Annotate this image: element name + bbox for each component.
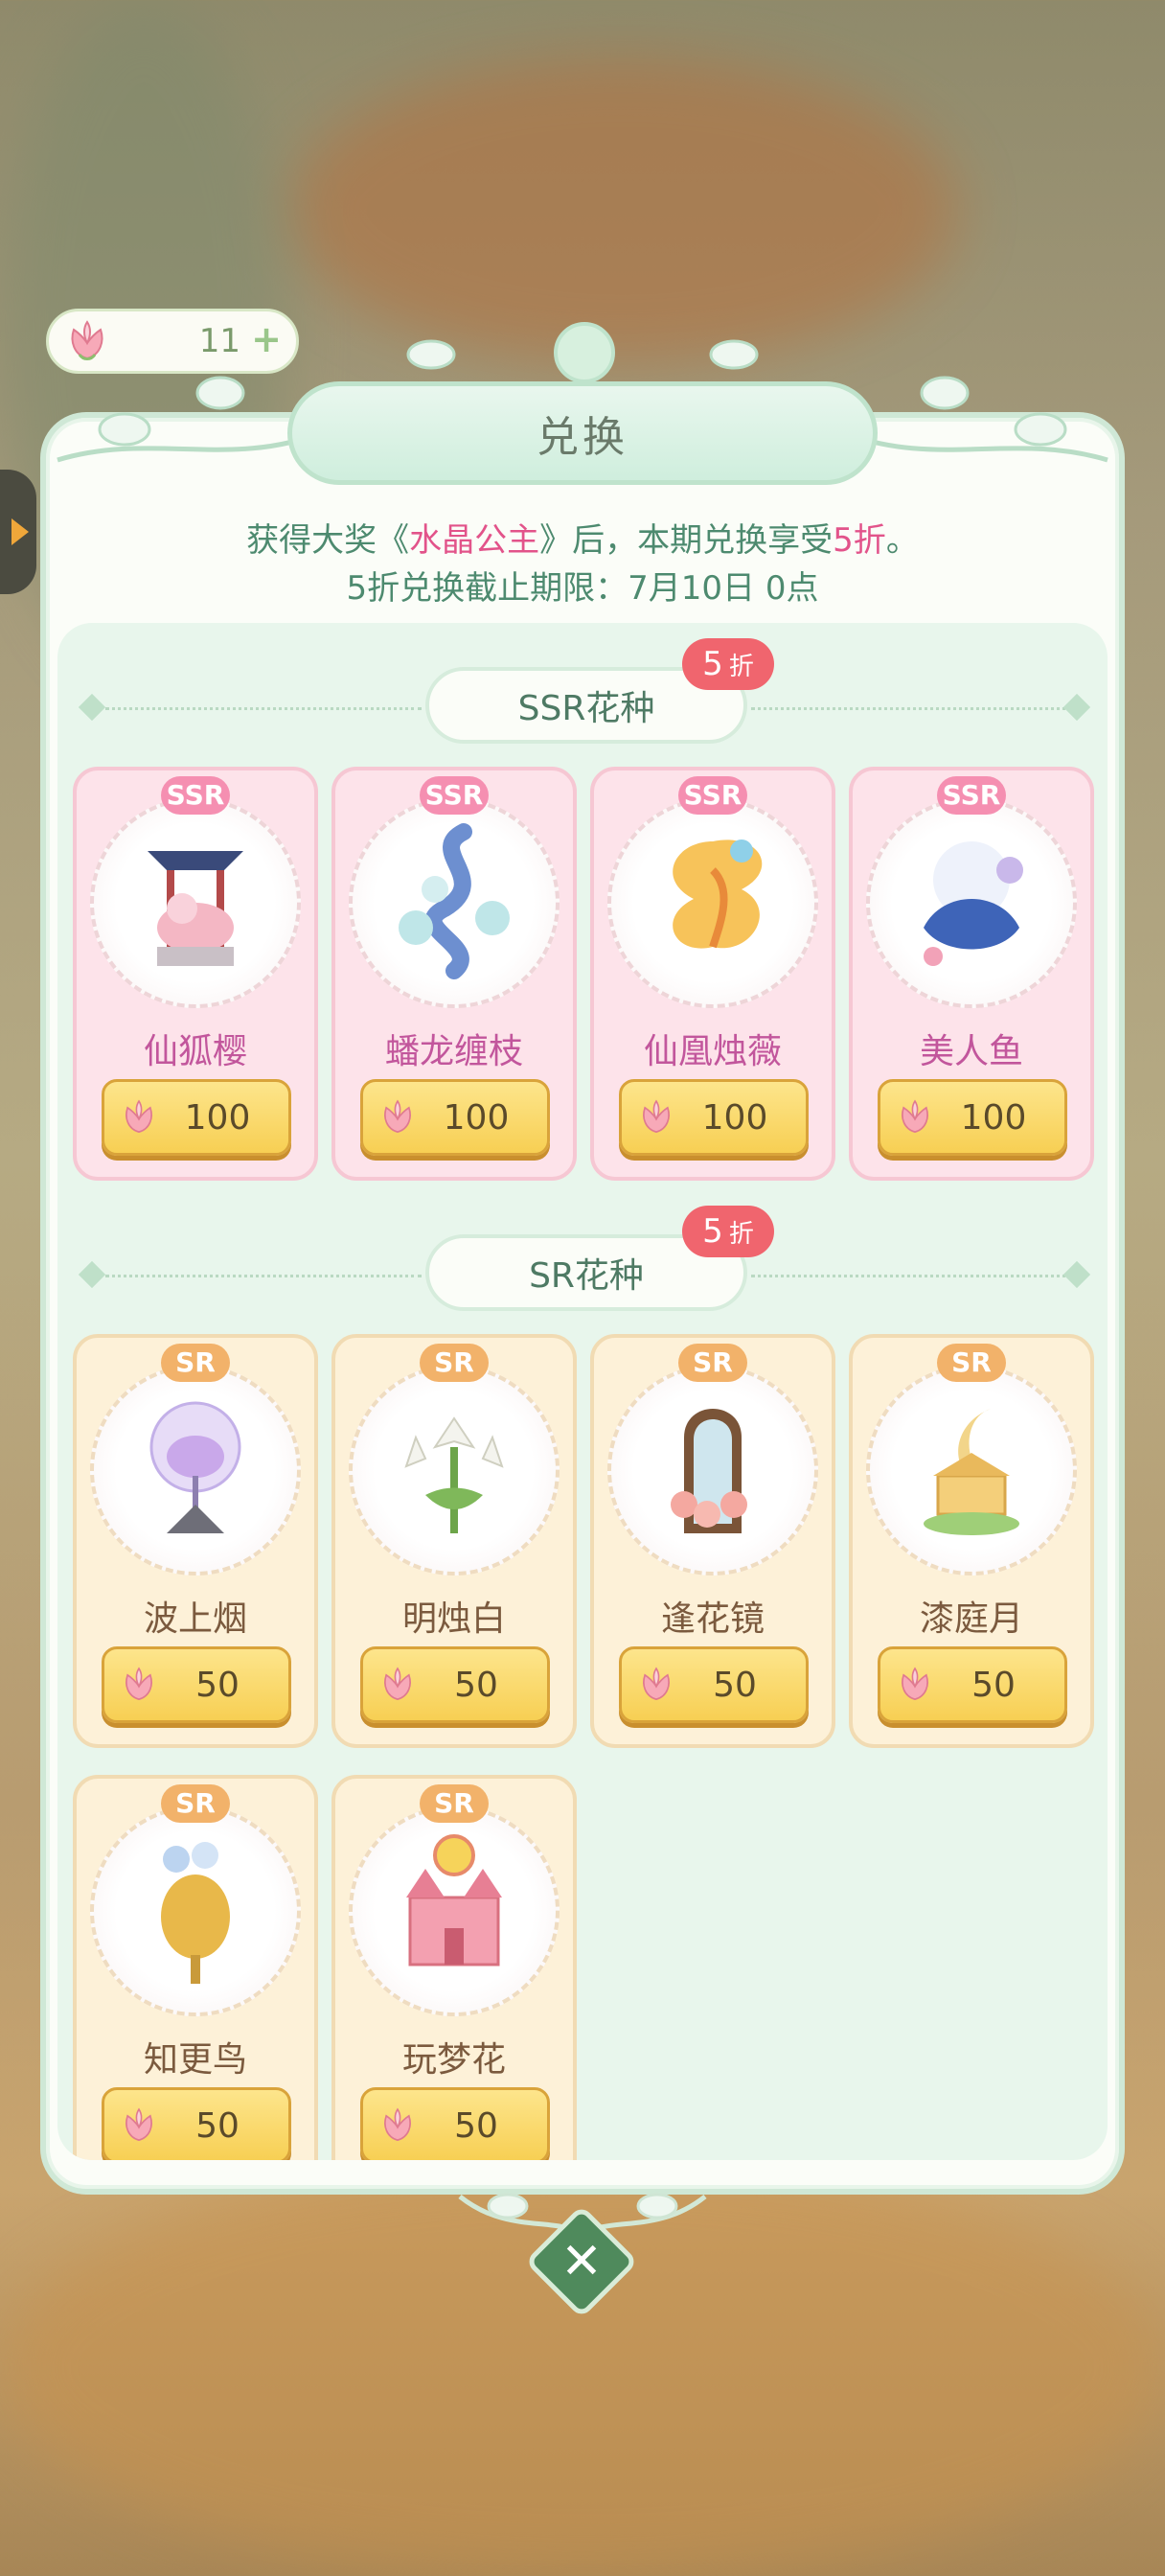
item-name: 仙狐樱 — [143, 1032, 247, 1071]
item-price: 100 — [443, 1097, 510, 1138]
rarity-badge: SSR — [937, 776, 1006, 815]
item-name: 美人鱼 — [919, 1032, 1023, 1071]
section-header-ssr: SSR花种 — [57, 665, 1108, 751]
flower-mirror-icon — [671, 1409, 747, 1533]
item-name: 知更鸟 — [143, 2040, 247, 2080]
pink-flower-bud-icon — [902, 1099, 928, 1134]
item-card[interactable]: SSR 仙凰烛薇 100 — [590, 767, 835, 1181]
exchange-button[interactable]: 50 — [102, 1646, 291, 1723]
pink-flower-bud-icon — [126, 2107, 152, 2142]
fox-sakura-flower-icon — [148, 851, 243, 966]
exchange-button[interactable]: 50 — [878, 1646, 1067, 1723]
item-name: 蟠龙缠枝 — [384, 1032, 523, 1071]
exchange-button[interactable]: 50 — [360, 2087, 550, 2160]
robin-flower-icon — [161, 1842, 230, 1984]
item-price: 100 — [184, 1097, 251, 1138]
expand-arrow-icon[interactable] — [0, 470, 36, 594]
dialog-title: 兑换 — [537, 413, 628, 462]
pink-flower-bud-icon — [643, 1667, 670, 1701]
item-name: 漆庭月 — [919, 1599, 1023, 1639]
exchange-list[interactable]: SSR花种 5折 SSR 仙狐樱 100 SSR 蟠龙缠枝 100 SSR 仙凰… — [57, 623, 1108, 2160]
exchange-button[interactable]: 100 — [102, 1079, 291, 1156]
item-card[interactable]: SR 明烛白 50 — [331, 1334, 577, 1748]
item-card[interactable]: SSR 美人鱼 100 — [849, 767, 1094, 1181]
exchange-button[interactable]: 50 — [102, 2087, 291, 2160]
item-price: 50 — [713, 1665, 757, 1705]
rarity-badge: SR — [678, 1344, 747, 1382]
pink-flower-bud-icon — [126, 1099, 152, 1134]
exchange-button[interactable]: 100 — [619, 1079, 809, 1156]
item-name: 玩梦花 — [401, 2040, 506, 2080]
exchange-button[interactable]: 100 — [360, 1079, 550, 1156]
section-header-sr: SR花种 — [57, 1232, 1108, 1319]
item-price: 50 — [454, 2105, 498, 2146]
pink-flower-bud-icon — [384, 1667, 411, 1701]
item-card[interactable]: SR 知更鸟 50 — [73, 1775, 318, 2160]
item-price: 50 — [195, 1665, 240, 1705]
pink-flower-bud-icon — [126, 1667, 152, 1701]
item-price: 50 — [454, 1665, 498, 1705]
notice-line-1: 获得大奖《水晶公主》后，本期兑换享受5折。 — [246, 521, 919, 560]
rarity-badge: SSR — [420, 776, 489, 815]
item-price: 50 — [971, 1665, 1016, 1705]
title-emblem — [554, 322, 615, 383]
item-card[interactable]: SSR 蟠龙缠枝 100 — [331, 767, 577, 1181]
pink-flower-bud-icon — [384, 2107, 411, 2142]
item-price: 100 — [960, 1097, 1027, 1138]
item-card[interactable]: SR 漆庭月 50 — [849, 1334, 1094, 1748]
pink-flower-bud-icon — [384, 1099, 411, 1134]
pink-flower-bud-icon — [902, 1667, 928, 1701]
item-name: 逢花镜 — [660, 1599, 765, 1639]
item-name: 仙凰烛薇 — [643, 1032, 782, 1071]
white-lily-flower-icon — [404, 1416, 504, 1533]
phoenix-rose-flower-icon — [673, 840, 763, 949]
rarity-badge: SR — [161, 1344, 230, 1382]
wave-mist-flower-icon — [149, 1401, 241, 1533]
item-card[interactable]: SR 波上烟 50 — [73, 1334, 318, 1748]
dream-castle-flower-icon — [406, 1834, 502, 1966]
title-plaque: 兑换 — [287, 381, 878, 485]
item-card[interactable]: SR 玩梦花 50 — [331, 1775, 577, 2160]
discount-badge-ssr: 5折 — [682, 638, 774, 690]
item-price: 100 — [701, 1097, 768, 1138]
rarity-badge: SR — [161, 1784, 230, 1823]
rarity-badge: SSR — [161, 776, 230, 815]
rarity-badge: SSR — [678, 776, 747, 815]
item-name: 波上烟 — [143, 1599, 247, 1639]
mermaid-flower-icon — [924, 841, 1023, 966]
grand-prize-name: 水晶公主 — [409, 521, 540, 560]
notice-line-2: 5折兑换截止期限：7月10日 0点 — [346, 569, 819, 608]
exchange-button[interactable]: 50 — [619, 1646, 809, 1723]
dragon-vine-flower-icon — [399, 823, 510, 979]
item-card[interactable]: SR 逢花镜 50 — [590, 1334, 835, 1748]
item-price: 50 — [195, 2105, 240, 2146]
moon-pavilion-flower-icon — [924, 1409, 1019, 1535]
exchange-button[interactable]: 50 — [360, 1646, 550, 1723]
rarity-badge: SR — [420, 1344, 489, 1382]
item-card[interactable]: SSR 仙狐樱 100 — [73, 767, 318, 1181]
discount-text: 5折 — [833, 521, 886, 560]
close-icon[interactable]: ✕ — [541, 2221, 622, 2302]
exchange-button[interactable]: 100 — [878, 1079, 1067, 1156]
item-name: 明烛白 — [401, 1599, 506, 1639]
pink-flower-bud-icon — [643, 1099, 670, 1134]
rarity-badge: SR — [937, 1344, 1006, 1382]
rarity-badge: SR — [420, 1784, 489, 1823]
discount-badge-sr: 5折 — [682, 1206, 774, 1257]
